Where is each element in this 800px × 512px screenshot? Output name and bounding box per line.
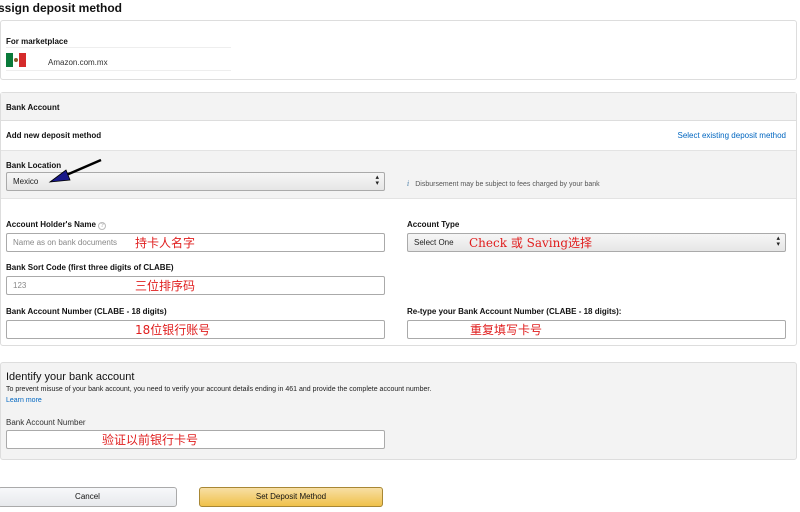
annotation-arrow-icon bbox=[48, 158, 102, 183]
